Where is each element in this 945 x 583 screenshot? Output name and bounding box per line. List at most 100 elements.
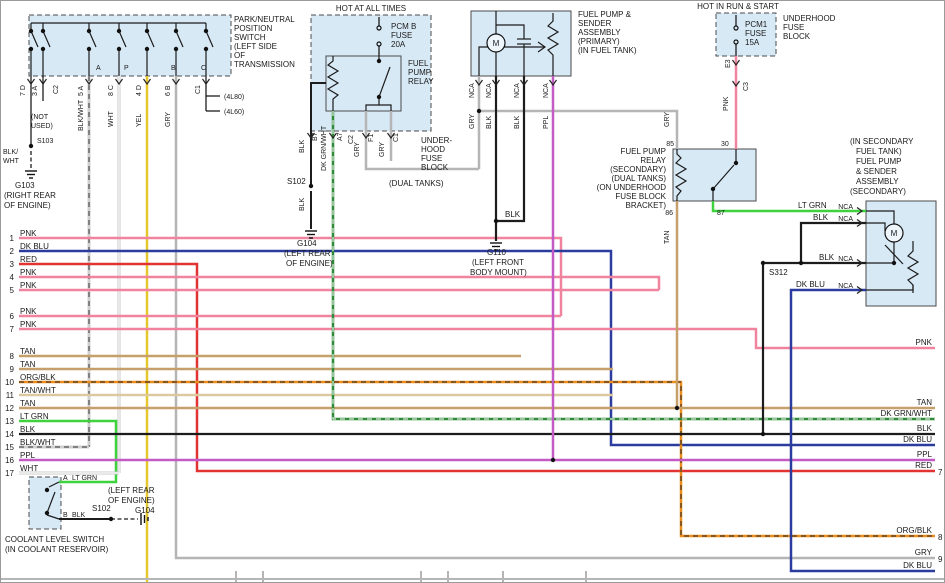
label-left-side: (LEFT SIDE bbox=[234, 42, 277, 51]
label-pcm1: PCM1 bbox=[745, 20, 768, 29]
label-sender: & SENDER bbox=[856, 167, 897, 176]
label-bracket: BRACKET) bbox=[626, 201, 667, 210]
label-blk: BLK bbox=[505, 210, 521, 219]
label-fuse-block: FUSE BLOCK bbox=[615, 192, 666, 201]
label-g104: G104 bbox=[297, 239, 317, 248]
label-ppl: PPL bbox=[543, 116, 550, 129]
label-blk-wht: BLK/WHT bbox=[20, 438, 56, 447]
label-blk: BLK bbox=[299, 197, 306, 211]
junction-dot bbox=[734, 161, 738, 165]
label-blk: BLK/ bbox=[3, 149, 18, 156]
label-8: 8 bbox=[938, 533, 943, 542]
label-blk: BLK bbox=[20, 425, 36, 434]
fuel-pump-wiring-diagram: HOT AT ALL TIMESHOT IN RUN & STARTPARK/N… bbox=[1, 1, 945, 583]
label-blk: BLK bbox=[486, 115, 493, 129]
label-gry: GRY bbox=[469, 114, 476, 129]
label-8-c: 8 C bbox=[108, 85, 115, 96]
label-sender: SENDER bbox=[578, 19, 612, 28]
junction-dot bbox=[117, 29, 121, 33]
label-85: 85 bbox=[666, 141, 674, 148]
coolant-switch-box bbox=[29, 477, 61, 529]
label-c2: C2 bbox=[53, 85, 60, 94]
junction-dot bbox=[117, 47, 121, 51]
junction-dot bbox=[204, 29, 208, 33]
label-dk-blu: DK BLU bbox=[20, 242, 49, 251]
label-assembly: ASSEMBLY bbox=[578, 28, 621, 37]
label-b7: B7 bbox=[312, 132, 319, 141]
label-blk: BLK bbox=[917, 424, 933, 433]
label-15a: 15A bbox=[745, 38, 760, 47]
wire-row3-red bbox=[19, 264, 935, 471]
junction-dot bbox=[145, 47, 149, 51]
label-dk-grn-wht: DK GRN/WHT bbox=[880, 409, 932, 418]
label-12: 12 bbox=[5, 404, 14, 413]
label-13: 13 bbox=[5, 417, 14, 426]
label-underhood: UNDERHOOD bbox=[783, 14, 836, 23]
label-3-a: 3 A bbox=[32, 86, 39, 96]
label-p: P bbox=[124, 65, 129, 72]
junction-dot bbox=[761, 432, 765, 436]
label-switch: SWITCH bbox=[234, 33, 266, 42]
label-dual-tanks: (DUAL TANKS) bbox=[389, 179, 444, 188]
junction-dot bbox=[174, 29, 178, 33]
label-blk-wht: BLK/WHT bbox=[78, 99, 85, 131]
label-fuse: FUSE bbox=[783, 23, 804, 32]
label-nca: NCA bbox=[838, 256, 853, 263]
junction-dot bbox=[675, 406, 679, 410]
label-20a: 20A bbox=[391, 40, 406, 49]
label-nca: NCA bbox=[543, 83, 550, 98]
label-fuel-tank: FUEL TANK) bbox=[856, 147, 902, 156]
junction-dot bbox=[377, 59, 381, 63]
label-of-engine: OF ENGINE) bbox=[108, 496, 155, 505]
label-org-blk: ORG/BLK bbox=[20, 373, 56, 382]
label-on-underhood: (ON UNDERHOOD bbox=[597, 183, 667, 192]
label-pump: PUMP bbox=[408, 68, 431, 77]
label-c3: C3 bbox=[743, 82, 750, 91]
label-4l80: (4L80) bbox=[224, 94, 244, 101]
label-nca: NCA bbox=[838, 204, 853, 211]
label-secondary: (SECONDARY) bbox=[850, 187, 906, 196]
label-7-d: 7 D bbox=[20, 85, 27, 96]
junction-dot bbox=[377, 95, 381, 99]
label-block: BLOCK bbox=[783, 32, 811, 41]
junction-dot bbox=[29, 47, 33, 51]
junction-dot bbox=[494, 219, 498, 223]
label-used: USED) bbox=[31, 123, 53, 130]
label-7: 7 bbox=[10, 325, 15, 334]
label-wht: WHT bbox=[108, 110, 115, 127]
label-tan: TAN bbox=[20, 360, 36, 369]
label-red: RED bbox=[20, 255, 37, 264]
wire-row4-pnk bbox=[19, 277, 659, 290]
label-fuse: FUSE bbox=[421, 154, 442, 163]
junction-dot bbox=[551, 458, 555, 462]
label-tan: TAN bbox=[20, 399, 36, 408]
label-hood: HOOD bbox=[421, 145, 445, 154]
label-in-secondary: (IN SECONDARY bbox=[850, 137, 914, 146]
label-right-rear: (RIGHT REAR bbox=[4, 191, 56, 200]
junction-dot bbox=[204, 47, 208, 51]
label-secondary: (SECONDARY) bbox=[610, 165, 666, 174]
label-17: 17 bbox=[5, 469, 14, 478]
label-dual-tanks: (DUAL TANKS) bbox=[611, 174, 666, 183]
junction-dot bbox=[45, 488, 49, 492]
label-s102: S102 bbox=[92, 504, 111, 513]
label-1: 1 bbox=[10, 234, 15, 243]
label-assembly: ASSEMBLY bbox=[856, 177, 899, 186]
label-pcm-b: PCM B bbox=[391, 22, 416, 31]
label-15: 15 bbox=[5, 443, 14, 452]
label-of: OF bbox=[234, 51, 245, 60]
label-6: 6 bbox=[10, 312, 15, 321]
label-g103: G103 bbox=[15, 181, 35, 190]
label-tan: TAN bbox=[917, 398, 933, 407]
junction-dot bbox=[87, 29, 91, 33]
label-coolant-level-switch: COOLANT LEVEL SWITCH bbox=[5, 535, 104, 544]
label-c1: C1 bbox=[195, 85, 202, 94]
label-gry: GRY bbox=[165, 112, 172, 127]
label-transmission: TRANSMISSION bbox=[234, 60, 295, 69]
label-a: A bbox=[63, 475, 68, 482]
label-m: M bbox=[891, 229, 898, 238]
label-a: A bbox=[96, 65, 101, 72]
label-c1: C1 bbox=[393, 133, 400, 142]
label-block: BLOCK bbox=[421, 163, 449, 172]
label-nca: NCA bbox=[838, 216, 853, 223]
